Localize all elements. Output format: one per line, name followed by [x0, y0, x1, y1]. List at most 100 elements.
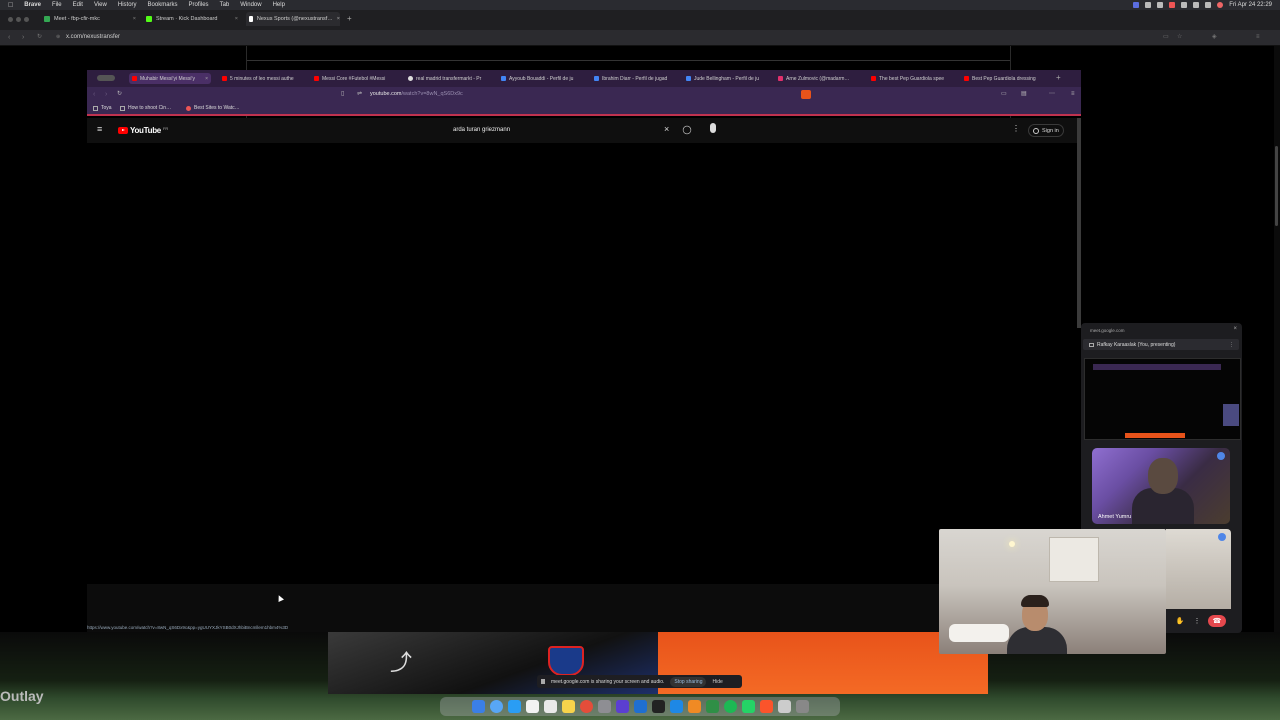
more-options-icon[interactable]: ⋮	[1191, 615, 1203, 627]
terminal-icon[interactable]	[651, 700, 665, 713]
whatsapp-icon[interactable]	[741, 700, 755, 713]
outer-address-field[interactable]: x.com/nexustransfer	[66, 34, 120, 40]
battery-icon[interactable]	[1181, 2, 1188, 8]
bookmark-icon[interactable]: ▯	[341, 91, 348, 98]
safari-icon[interactable]	[489, 700, 503, 713]
participant-tile[interactable]: Ahmet Yumru	[1092, 448, 1230, 524]
hamburger-menu-icon[interactable]: ≡	[97, 124, 102, 134]
tab-close-icon[interactable]: ×	[235, 16, 238, 22]
inner-tab-10[interactable]: Best Pep Guardiola dressing	[964, 73, 1050, 84]
notes-icon[interactable]	[543, 700, 557, 713]
outer-tab-kick[interactable]: Stream · Kick Dashboard ×	[146, 12, 238, 26]
new-tab-icon[interactable]: +	[347, 14, 352, 23]
user-avatar-icon[interactable]	[1217, 2, 1224, 8]
vscode-icon[interactable]	[633, 700, 647, 713]
clock[interactable]: Fri Apr 24 22:29	[1229, 2, 1272, 8]
menu-history[interactable]: History	[118, 2, 137, 8]
inner-scrollbar[interactable]	[1077, 118, 1081, 328]
new-tab-icon[interactable]: +	[1056, 73, 1061, 82]
brave-icon[interactable]	[759, 700, 773, 713]
calendar-icon[interactable]	[525, 700, 539, 713]
menu-view[interactable]: View	[94, 2, 107, 8]
extension-icon[interactable]	[1145, 2, 1152, 8]
menu-icon[interactable]: ≡	[1256, 34, 1263, 41]
menu-file[interactable]: File	[52, 2, 62, 8]
minimize-window-icon[interactable]	[16, 17, 21, 22]
inner-tab-8[interactable]: Arne Zulmovic (@madarm…	[778, 73, 864, 84]
menu-edit[interactable]: Edit	[73, 2, 83, 8]
inner-tab-1[interactable]: Muhabir Messi'yi Messi'y ×	[129, 73, 211, 84]
chrome-icon[interactable]	[579, 700, 593, 713]
screen-share-icon[interactable]	[1133, 2, 1140, 8]
menu-help[interactable]: Help	[273, 2, 285, 8]
fullscreen-window-icon[interactable]	[24, 17, 29, 22]
youtube-search-input[interactable]: arda turan griezmann	[447, 123, 683, 138]
inner-tab-9[interactable]: The best Pep Guardiola spee	[871, 73, 957, 84]
page-scrollbar[interactable]	[1274, 46, 1280, 700]
end-call-button[interactable]: ☎	[1208, 615, 1226, 627]
sidebar-icon[interactable]: ▭	[1001, 91, 1008, 98]
inner-tab-5[interactable]: Ayyoub Bouaddi - Perfil de ju	[501, 73, 587, 84]
inner-tab-3[interactable]: Messi Core #Futebol #Messi	[314, 73, 400, 84]
brave-shields-icon[interactable]	[801, 90, 811, 99]
menu-window[interactable]: Window	[240, 2, 261, 8]
brave-shields-icon[interactable]: ◈	[1212, 34, 1219, 41]
app-store-icon[interactable]	[507, 700, 521, 713]
bookmark-item[interactable]: How to shoot Cin…	[120, 105, 171, 111]
inner-address-field[interactable]: youtube.com/watch?v=8wN_qS6Dx9c	[370, 91, 463, 97]
presenter-menu-icon[interactable]: ⋮	[1229, 342, 1234, 348]
inner-tab-6[interactable]: Ibrahim Diarr - Perfil de jugad	[594, 73, 680, 84]
site-info-icon[interactable]: ⊕	[56, 34, 63, 41]
wallet-icon[interactable]: ▤	[1021, 91, 1028, 98]
stickies-icon[interactable]	[561, 700, 575, 713]
search-icon[interactable]	[1205, 2, 1212, 8]
tab-close-icon[interactable]: ×	[205, 76, 208, 82]
settings-kebab-icon[interactable]: ⋮	[1012, 124, 1020, 133]
raise-hand-icon[interactable]: ✋	[1174, 615, 1186, 627]
menu-icon[interactable]: ≡	[1071, 91, 1078, 98]
close-window-icon[interactable]	[8, 17, 13, 22]
stop-sharing-button[interactable]: Stop sharing	[670, 676, 707, 687]
forward-icon[interactable]: ›	[105, 91, 112, 98]
video-player[interactable]	[87, 143, 1077, 584]
more-menu-icon[interactable]: ⋯	[1049, 91, 1056, 98]
tab-close-icon[interactable]: ×	[133, 16, 136, 22]
back-icon[interactable]: ‹	[93, 91, 100, 98]
bookmark-star-icon[interactable]: ☆	[1177, 34, 1184, 41]
inner-tab-7[interactable]: Jude Bellingham - Perfil de ju	[686, 73, 772, 84]
participant-video-tile[interactable]	[1166, 529, 1231, 609]
back-icon[interactable]: ‹	[8, 34, 15, 41]
menu-bookmarks[interactable]: Bookmarks	[148, 2, 178, 8]
spotify-icon[interactable]	[723, 700, 737, 713]
clear-search-icon[interactable]: ×	[664, 124, 669, 134]
wifi-icon[interactable]	[1193, 2, 1200, 8]
sign-in-button[interactable]: Sign in	[1028, 124, 1064, 137]
youtube-logo[interactable]: YouTube FR	[118, 126, 168, 135]
remote-desktop-icon[interactable]	[669, 700, 683, 713]
outer-tab-meet[interactable]: Meet - fbp-cfir-mkc ×	[44, 12, 136, 26]
document-icon[interactable]	[777, 700, 791, 713]
apple-icon[interactable]: 	[8, 2, 13, 9]
forward-icon[interactable]: ›	[22, 34, 29, 41]
self-video-tile[interactable]	[939, 529, 1166, 654]
tab-close-icon[interactable]: ×	[337, 16, 340, 22]
hide-button[interactable]: Hide	[712, 679, 722, 685]
trash-icon[interactable]	[795, 700, 809, 713]
outer-tab-x[interactable]: Nexus Sports (@nexustransf… ×	[246, 12, 340, 26]
facetime-icon[interactable]	[705, 700, 719, 713]
menu-app-name[interactable]: Brave	[24, 2, 41, 8]
reload-icon[interactable]: ↻	[117, 91, 124, 98]
teams-icon[interactable]	[615, 700, 629, 713]
menu-profiles[interactable]: Profiles	[189, 2, 209, 8]
finder-icon[interactable]	[471, 700, 485, 713]
record-icon[interactable]	[1169, 2, 1176, 8]
reload-icon[interactable]: ↻	[37, 34, 44, 41]
menu-tab[interactable]: Tab	[220, 2, 230, 8]
cast-icon[interactable]: ▭	[1163, 34, 1170, 41]
inner-tab-4[interactable]: real madrid transfermarkt - Pr	[408, 73, 494, 84]
system-settings-icon[interactable]	[597, 700, 611, 713]
close-pip-icon[interactable]: ×	[1233, 326, 1237, 332]
search-icon[interactable]	[682, 125, 692, 135]
firefox-icon[interactable]	[687, 700, 701, 713]
shared-screen-preview[interactable]	[1084, 358, 1241, 440]
